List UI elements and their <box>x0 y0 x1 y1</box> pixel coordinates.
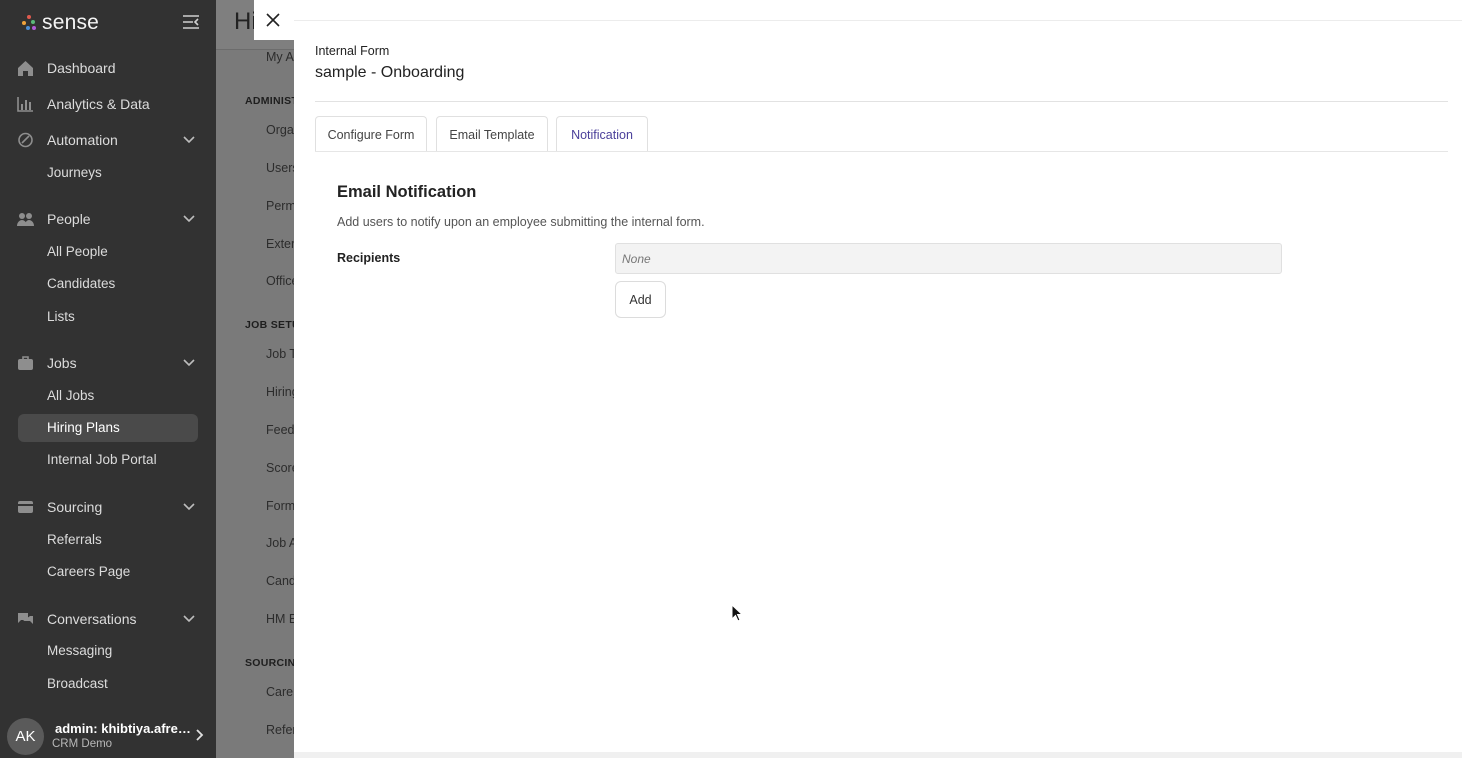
drawer-close-area <box>254 0 294 40</box>
chevron-down-icon[interactable] <box>182 358 196 368</box>
form-name-title: sample - Onboarding <box>315 64 465 81</box>
tab-notification[interactable]: Notification <box>556 116 648 152</box>
recipients-value: None <box>622 252 651 266</box>
chevron-down-icon[interactable] <box>182 502 196 512</box>
sidebar-item-candidates[interactable]: Candidates <box>18 270 198 298</box>
sidebar-item-label: All Jobs <box>47 388 95 403</box>
header-divider <box>315 101 1448 102</box>
drawer-bottom-scrollbar[interactable] <box>294 752 1462 758</box>
nav-automation[interactable]: Automation <box>0 124 216 156</box>
sidebar-item-journeys[interactable]: Journeys <box>18 159 198 187</box>
nav-sourcing[interactable]: Sourcing <box>0 491 216 523</box>
nav-conversations-label: Conversations <box>47 611 137 627</box>
close-icon[interactable] <box>266 13 280 27</box>
nav-jobs[interactable]: Jobs <box>0 347 216 379</box>
chevron-down-icon[interactable] <box>182 614 196 624</box>
nav-people-label: People <box>47 211 91 227</box>
background-link: Perm <box>266 199 296 213</box>
briefcase-icon <box>18 356 33 370</box>
chevron-down-icon[interactable] <box>182 135 196 145</box>
background-link: Form <box>266 499 296 513</box>
sidebar-item-careers-page[interactable]: Careers Page <box>18 558 198 586</box>
tab-email-template[interactable]: Email Template <box>436 116 548 152</box>
sidebar-item-label: Broadcast <box>47 676 108 691</box>
background-link: My A <box>266 50 294 64</box>
tabs-divider <box>315 151 1448 152</box>
chevron-right-icon[interactable] <box>195 728 205 742</box>
tab-configure-form[interactable]: Configure Form <box>315 116 427 152</box>
form-type-label: Internal Form <box>315 44 390 58</box>
sidebar-item-all-people[interactable]: All People <box>18 238 198 266</box>
sidebar-item-messaging[interactable]: Messaging <box>18 637 198 665</box>
avatar: AK <box>7 718 44 755</box>
people-icon <box>17 213 34 226</box>
chevron-down-icon[interactable] <box>182 214 196 224</box>
email-notification-heading: Email Notification <box>337 183 477 201</box>
collapse-menu-icon[interactable] <box>182 14 200 30</box>
sidebar-item-broadcast[interactable]: Broadcast <box>18 670 198 698</box>
recipients-field[interactable]: None <box>615 243 1282 274</box>
background-link: Care <box>266 685 294 699</box>
drawer-top-divider <box>294 20 1462 21</box>
background-link: Orga <box>266 123 294 137</box>
sidebar-item-lists[interactable]: Lists <box>18 303 198 331</box>
sidebar: sense Dashboard Analytics & Data Automat… <box>0 0 216 758</box>
nav-dashboard-label: Dashboard <box>47 60 116 76</box>
rocket-icon <box>18 132 33 148</box>
sidebar-item-label: Referrals <box>47 532 102 547</box>
background-link: Refer <box>266 723 297 737</box>
sidebar-item-label: Internal Job Portal <box>47 452 157 467</box>
background-link: Job A <box>266 536 298 550</box>
nav-analytics[interactable]: Analytics & Data <box>0 88 216 120</box>
home-icon <box>18 61 33 76</box>
brand-name: sense <box>42 11 100 34</box>
sidebar-item-label: Candidates <box>47 276 116 291</box>
sidebar-item-label: Careers Page <box>47 564 131 579</box>
email-notification-description: Add users to notify upon an employee sub… <box>337 215 705 229</box>
sidebar-item-hiring-plans[interactable]: Hiring Plans <box>18 414 198 442</box>
background-section-heading: ADMINIST <box>245 95 299 107</box>
sidebar-item-label: All People <box>47 244 108 259</box>
sense-logo[interactable]: sense <box>22 11 99 35</box>
background-section-heading: JOB SETU <box>245 319 300 331</box>
nav-sourcing-label: Sourcing <box>47 499 103 515</box>
sidebar-item-label: Lists <box>47 309 75 324</box>
sidebar-item-referrals[interactable]: Referrals <box>18 526 198 554</box>
background-link: Cand <box>266 574 296 588</box>
sidebar-item-internal-job-portal[interactable]: Internal Job Portal <box>18 446 198 474</box>
user-org: CRM Demo <box>52 738 113 750</box>
sidebar-item-label: Journeys <box>47 165 102 180</box>
background-link: HM E <box>266 612 298 626</box>
nav-people[interactable]: People <box>0 203 216 235</box>
nav-jobs-label: Jobs <box>47 355 77 371</box>
sourcing-card-icon <box>18 501 33 513</box>
nav-dashboard[interactable]: Dashboard <box>0 52 216 84</box>
background-link: Exter <box>266 237 296 251</box>
nav-automation-label: Automation <box>47 132 118 148</box>
mouse-cursor-icon <box>731 604 743 622</box>
sidebar-item-all-jobs[interactable]: All Jobs <box>18 382 198 410</box>
user-name: admin: khibtiya.afree... <box>55 721 195 736</box>
logo-dots-icon <box>22 15 36 31</box>
background-link: Feed <box>266 423 295 437</box>
sidebar-item-label: Hiring Plans <box>47 420 120 435</box>
user-menu[interactable]: AK admin: khibtiya.afree... CRM Demo <box>0 712 216 758</box>
nav-analytics-label: Analytics & Data <box>47 96 150 112</box>
nav-conversations[interactable]: Conversations <box>0 603 216 635</box>
add-recipient-button[interactable]: Add <box>615 281 666 318</box>
internal-form-drawer: Internal Form sample - Onboarding Config… <box>294 0 1462 758</box>
bar-chart-icon <box>17 97 33 112</box>
sidebar-item-label: Messaging <box>47 643 113 658</box>
background-link: Job T <box>266 347 298 361</box>
recipients-label: Recipients <box>337 251 401 265</box>
chat-icon <box>17 613 33 624</box>
